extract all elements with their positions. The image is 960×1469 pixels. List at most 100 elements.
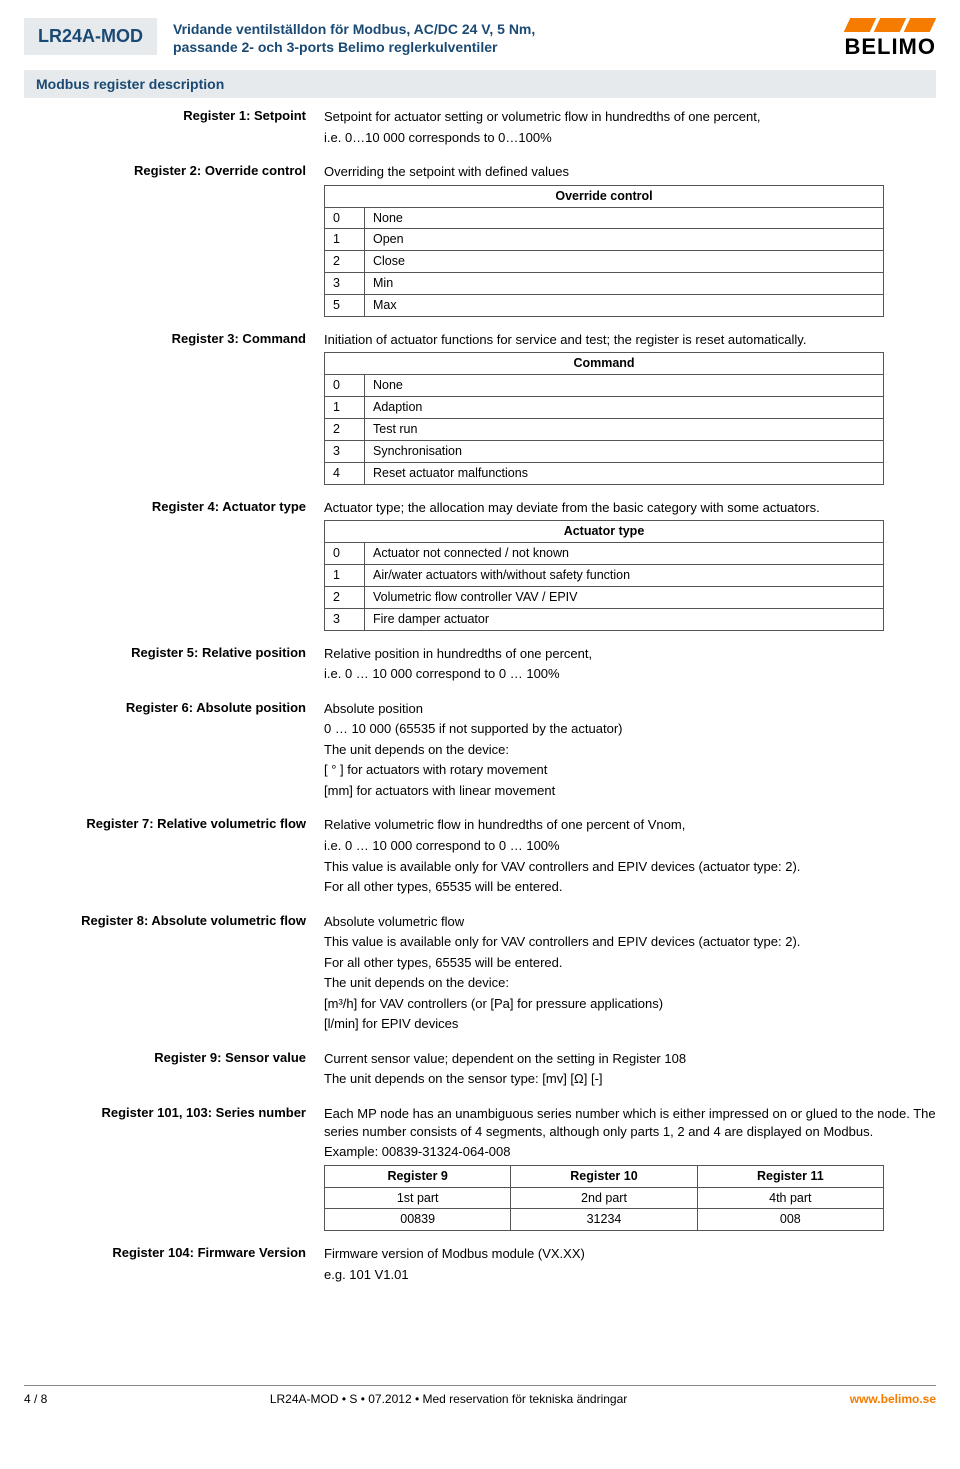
cell: Adaption (365, 397, 884, 419)
register-5-relative-position: Register 5: Relative position Relative p… (24, 645, 936, 686)
register-content: Initiation of actuator functions for ser… (324, 331, 936, 485)
text: Relative volumetric flow in hundredths o… (324, 816, 936, 834)
register-label: Register 2: Override control (24, 163, 324, 178)
register-label: Register 6: Absolute position (24, 700, 324, 715)
text: The unit depends on the device: (324, 741, 936, 759)
register-3-command: Register 3: Command Initiation of actuat… (24, 331, 936, 485)
register-content: Setpoint for actuator setting or volumet… (324, 108, 936, 149)
table-header: Actuator type (325, 521, 884, 543)
cell: 3 (325, 273, 365, 295)
text: [ ° ] for actuators with rotary movement (324, 761, 936, 779)
register-8-absolute-volumetric-flow: Register 8: Absolute volumetric flow Abs… (24, 913, 936, 1036)
text: [mm] for actuators with linear movement (324, 782, 936, 800)
register-4-actuator-type: Register 4: Actuator type Actuator type;… (24, 499, 936, 631)
register-content: Firmware version of Modbus module (VX.XX… (324, 1245, 936, 1286)
text: The unit depends on the sensor type: [mv… (324, 1070, 936, 1088)
register-101-103-series-number: Register 101, 103: Series number Each MP… (24, 1105, 936, 1231)
register-content: Current sensor value; dependent on the s… (324, 1050, 936, 1091)
cell: 2 (325, 586, 365, 608)
register-content: Actuator type; the allocation may deviat… (324, 499, 936, 631)
register-label: Register 8: Absolute volumetric flow (24, 913, 324, 928)
brand-logo-icon (844, 18, 937, 32)
footer-url: www.belimo.se (850, 1392, 936, 1406)
cell: 00839 (325, 1209, 511, 1231)
register-2-override-control: Register 2: Override control Overriding … (24, 163, 936, 317)
text: For all other types, 65535 will be enter… (324, 954, 936, 972)
register-label: Register 1: Setpoint (24, 108, 324, 123)
register-content: Each MP node has an unambiguous series n… (324, 1105, 936, 1231)
register-label: Register 7: Relative volumetric flow (24, 816, 324, 831)
text: For all other types, 65535 will be enter… (324, 878, 936, 896)
register-content: Relative position in hundredths of one p… (324, 645, 936, 686)
text: This value is available only for VAV con… (324, 933, 936, 951)
register-6-absolute-position: Register 6: Absolute position Absolute p… (24, 700, 936, 803)
product-code: LR24A-MOD (24, 18, 157, 55)
cell: Reset actuator malfunctions (365, 462, 884, 484)
text: The unit depends on the device: (324, 974, 936, 992)
text: Actuator type; the allocation may deviat… (324, 499, 936, 517)
table-header: Register 11 (697, 1165, 883, 1187)
register-label: Register 5: Relative position (24, 645, 324, 660)
cell: 1st part (325, 1187, 511, 1209)
register-label: Register 104: Firmware Version (24, 1245, 324, 1260)
brand-logo-text: BELIMO (844, 34, 936, 60)
register-9-sensor-value: Register 9: Sensor value Current sensor … (24, 1050, 936, 1091)
register-label: Register 101, 103: Series number (24, 1105, 324, 1120)
page-header: LR24A-MOD Vridande ventilställdon för Mo… (24, 18, 936, 60)
register-content: Absolute position 0 … 10 000 (65535 if n… (324, 700, 936, 803)
cell: Min (365, 273, 884, 295)
cell: 31234 (511, 1209, 697, 1231)
command-table: Command 0None 1Adaption 2Test run 3Synch… (324, 352, 884, 484)
page-number: 4 / 8 (24, 1392, 47, 1406)
page-footer: 4 / 8 LR24A-MOD • S • 07.2012 • Med rese… (24, 1385, 936, 1406)
text: i.e. 0…10 000 corresponds to 0…100% (324, 129, 936, 147)
cell: 4th part (697, 1187, 883, 1209)
cell: 2nd part (511, 1187, 697, 1209)
subtitle-line-1: Vridande ventilställdon för Modbus, AC/D… (173, 21, 535, 37)
text: e.g. 101 V1.01 (324, 1266, 936, 1284)
register-1-setpoint: Register 1: Setpoint Setpoint for actuat… (24, 108, 936, 149)
table-header: Register 10 (511, 1165, 697, 1187)
text: [l/min] for EPIV devices (324, 1015, 936, 1033)
footer-center: LR24A-MOD • S • 07.2012 • Med reservatio… (270, 1392, 627, 1406)
cell: 3 (325, 440, 365, 462)
cell: Synchronisation (365, 440, 884, 462)
table-header: Command (325, 353, 884, 375)
register-label: Register 9: Sensor value (24, 1050, 324, 1065)
text: Absolute volumetric flow (324, 913, 936, 931)
cell: 4 (325, 462, 365, 484)
text: Overriding the setpoint with defined val… (324, 163, 936, 181)
table-header: Register 9 (325, 1165, 511, 1187)
cell: Volumetric flow controller VAV / EPIV (365, 586, 884, 608)
cell: 5 (325, 295, 365, 317)
text: Current sensor value; dependent on the s… (324, 1050, 936, 1068)
cell: None (365, 375, 884, 397)
text: Setpoint for actuator setting or volumet… (324, 108, 936, 126)
cell: Test run (365, 419, 884, 441)
text: Initiation of actuator functions for ser… (324, 331, 936, 349)
section-title: Modbus register description (24, 70, 936, 98)
text: Relative position in hundredths of one p… (324, 645, 936, 663)
cell: Actuator not connected / not known (365, 543, 884, 565)
register-content: Absolute volumetric flow This value is a… (324, 913, 936, 1036)
cell: 2 (325, 419, 365, 441)
cell: Close (365, 251, 884, 273)
text: This value is available only for VAV con… (324, 858, 936, 876)
cell: Max (365, 295, 884, 317)
cell: None (365, 207, 884, 229)
cell: 1 (325, 229, 365, 251)
product-subtitle: Vridande ventilställdon för Modbus, AC/D… (173, 18, 828, 56)
cell: 1 (325, 564, 365, 586)
cell: 3 (325, 608, 365, 630)
register-label: Register 3: Command (24, 331, 324, 346)
text: 0 … 10 000 (65535 if not supported by th… (324, 720, 936, 738)
brand-logo: BELIMO (844, 18, 936, 60)
series-number-table: Register 9 Register 10 Register 11 1st p… (324, 1165, 884, 1232)
text: i.e. 0 … 10 000 correspond to 0 … 100% (324, 837, 936, 855)
subtitle-line-2: passande 2- och 3-ports Belimo reglerkul… (173, 39, 497, 55)
text: Example: 00839-31324-064-008 (324, 1143, 936, 1161)
text: Each MP node has an unambiguous series n… (324, 1105, 936, 1140)
cell: 0 (325, 543, 365, 565)
override-control-table: Override control 0None 1Open 2Close 3Min… (324, 185, 884, 317)
text: Firmware version of Modbus module (VX.XX… (324, 1245, 936, 1263)
